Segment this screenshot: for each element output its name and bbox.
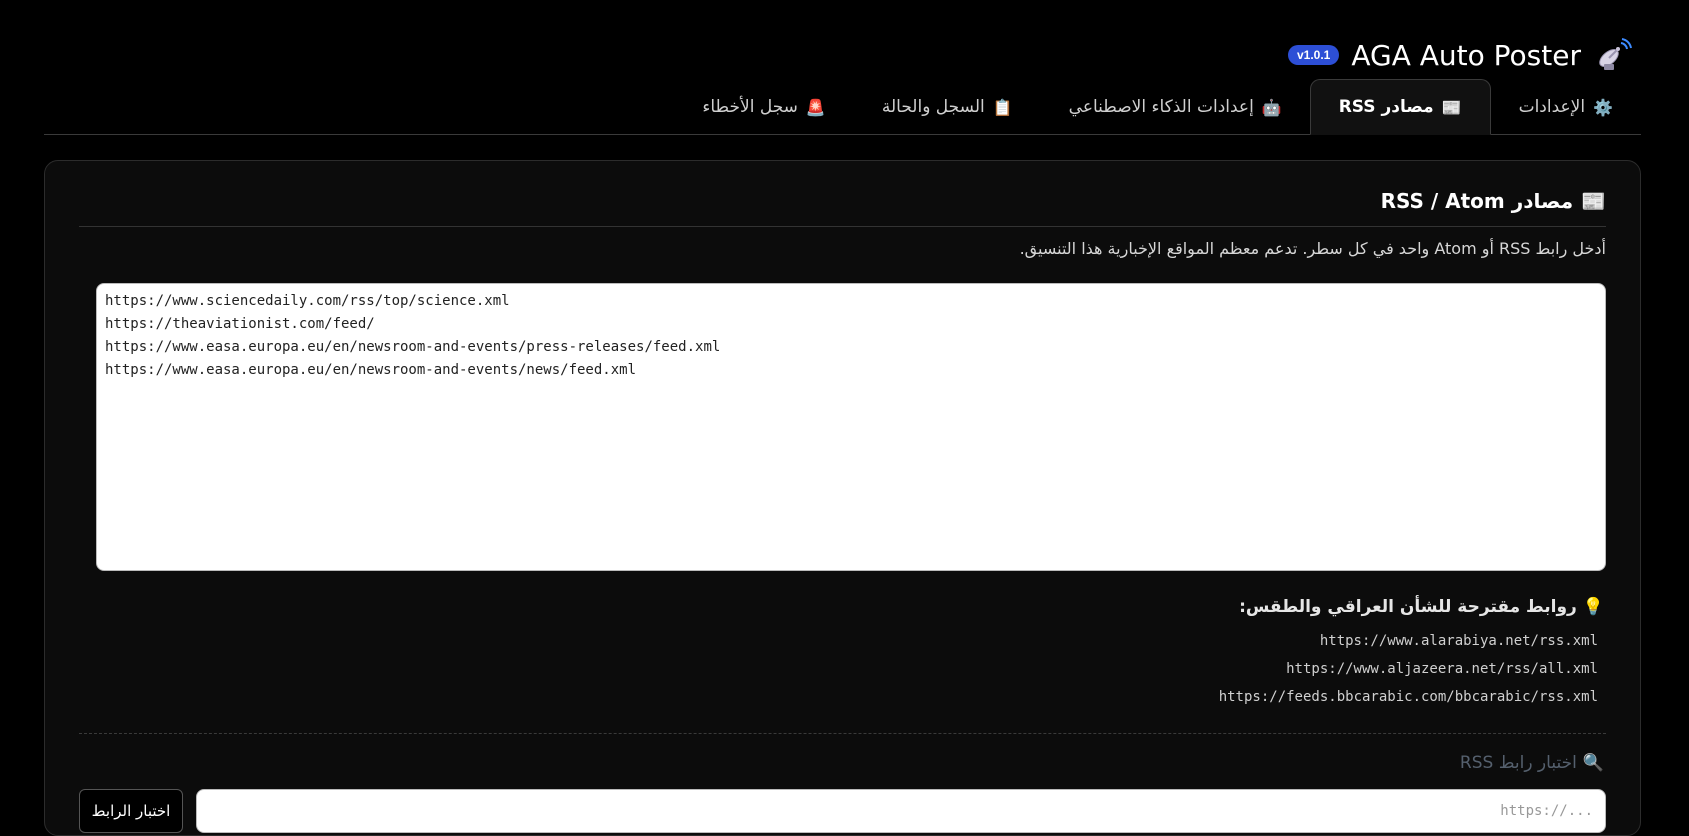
tab-label: الإعدادات <box>1518 97 1586 117</box>
tab-label: سجل الأخطاء <box>702 97 798 117</box>
tab-error-log[interactable]: 🚨 سجل الأخطاء <box>674 80 853 134</box>
clipboard-icon: 📋 <box>992 97 1013 117</box>
section-title: 📰 مصادر RSS / Atom <box>1381 189 1606 213</box>
app-header: AGA Auto Poster v1.0.1 <box>1287 30 1633 80</box>
test-rss-label: 🔍 اختبار رابط RSS <box>1460 753 1604 773</box>
gear-icon: ⚙️ <box>1593 97 1613 117</box>
tab-bar: ⚙️ الإعدادات 📰 مصادر RSS 🤖 إعدادات الذكا… <box>44 79 1641 135</box>
test-rss-button[interactable]: اختبار الرابط <box>79 789 183 833</box>
suggestions-title-text: روابط مقترحة للشأن العراقي والطقس: <box>1239 597 1577 617</box>
divider <box>79 733 1606 734</box>
test-rss-url-input[interactable] <box>196 789 1606 833</box>
divider <box>79 226 1606 227</box>
newspaper-icon: 📰 <box>1441 97 1462 117</box>
tab-rss-sources[interactable]: 📰 مصادر RSS <box>1309 79 1491 135</box>
suggestions-title: 💡 روابط مقترحة للشأن العراقي والطقس: <box>1239 597 1604 617</box>
section-description: أدخل رابط RSS أو Atom واحد في كل سطر. تد… <box>1019 239 1606 258</box>
newspaper-icon: 📰 <box>1581 189 1606 213</box>
test-rss-label-text: اختبار رابط RSS <box>1459 753 1577 773</box>
tab-settings[interactable]: ⚙️ الإعدادات <box>1491 80 1641 134</box>
suggested-feed-link[interactable]: https://www.alarabiya.net/rss.xml <box>1219 627 1598 655</box>
suggested-feed-link[interactable]: https://feeds.bbcarabic.com/bbcarabic/rs… <box>1219 683 1598 711</box>
suggested-feed-link[interactable]: https://www.aljazeera.net/rss/all.xml <box>1219 655 1598 683</box>
tab-label: مصادر RSS <box>1338 97 1434 117</box>
section-title-text: مصادر RSS / Atom <box>1380 189 1574 213</box>
version-badge: v1.0.1 <box>1287 45 1340 65</box>
tab-label: إعدادات الذكاء الاصطناعي <box>1068 97 1254 117</box>
tab-label: السجل والحالة <box>881 97 985 117</box>
tab-log-status[interactable]: 📋 السجل والحالة <box>854 80 1041 134</box>
tab-ai-settings[interactable]: 🤖 إعدادات الذكاء الاصطناعي <box>1041 80 1310 134</box>
rss-panel: 📰 مصادر RSS / Atom أدخل رابط RSS أو Atom… <box>44 160 1641 836</box>
satellite-dish-icon <box>1593 35 1633 75</box>
robot-icon: 🤖 <box>1261 97 1282 117</box>
magnifier-icon: 🔍 <box>1582 753 1604 773</box>
app-title: AGA Auto Poster <box>1351 38 1581 72</box>
suggestions-list: https://www.alarabiya.net/rss.xml https:… <box>1219 627 1598 711</box>
lightbulb-icon: 💡 <box>1582 597 1604 617</box>
siren-icon: 🚨 <box>805 97 826 117</box>
rss-feeds-textarea[interactable]: https://www.sciencedaily.com/rss/top/sci… <box>96 283 1606 571</box>
